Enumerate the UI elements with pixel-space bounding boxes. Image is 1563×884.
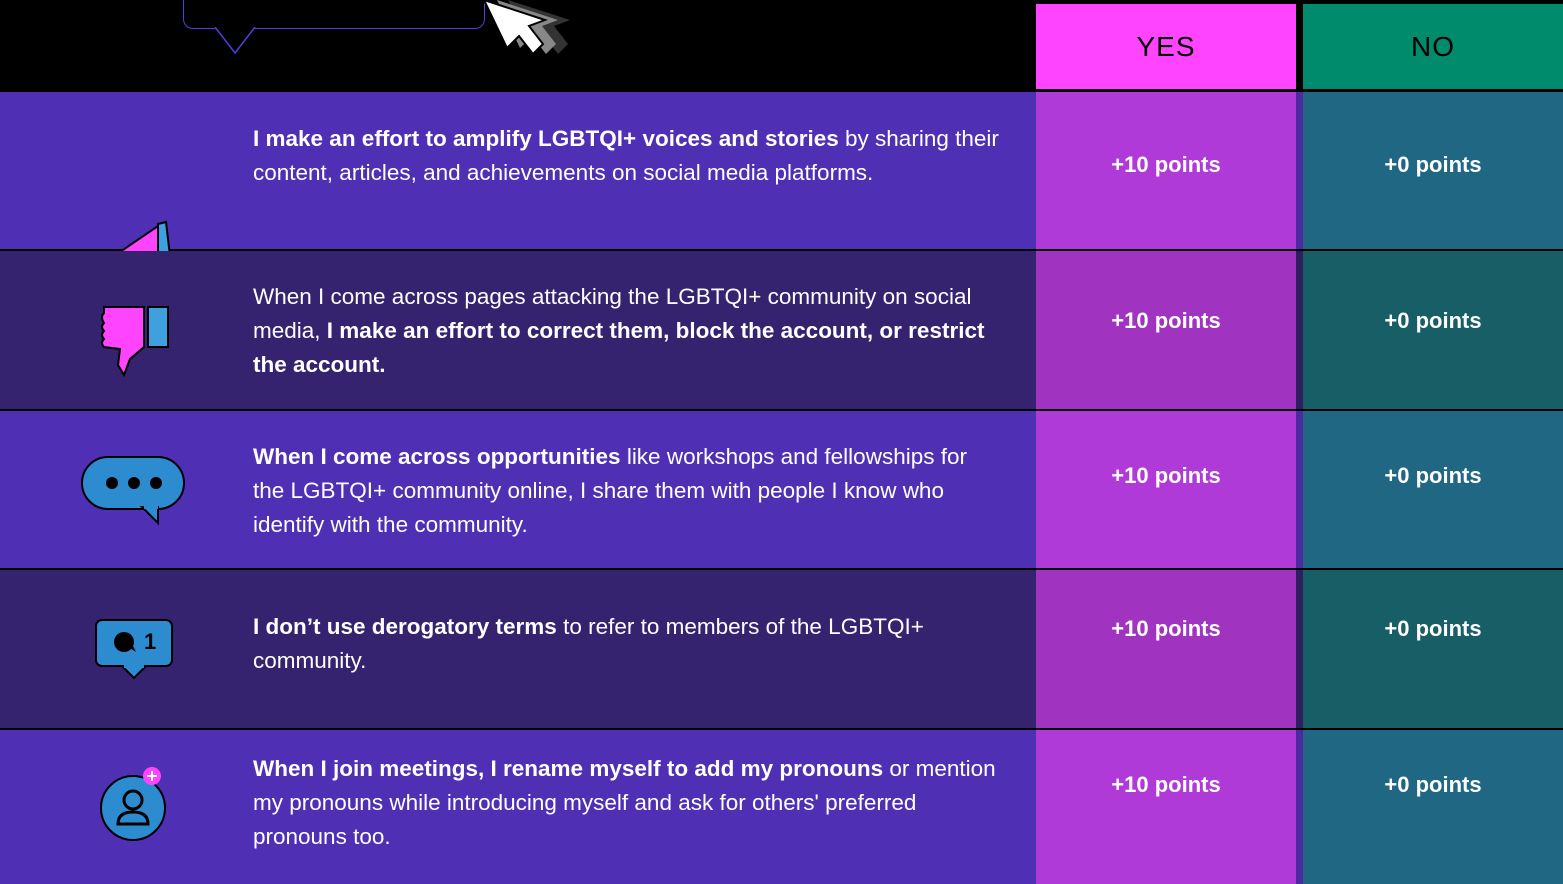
- no-cell: +0 points: [1303, 570, 1563, 728]
- yes-points: +10 points: [1111, 152, 1221, 177]
- yes-cell: +10 points: [1036, 92, 1296, 249]
- statement-cell: I make an effort to amplify LGBTQI+ voic…: [0, 92, 1036, 308]
- no-points: +0 points: [1384, 463, 1482, 488]
- statement-text: When I come across pages attacking the L…: [253, 284, 985, 377]
- header: YES NO: [0, 0, 1563, 92]
- yes-cell: +10 points: [1036, 570, 1296, 728]
- table-row: When I come across opportunities like wo…: [0, 411, 1563, 568]
- table-row: 1 I don’t use derogatory terms to refer …: [0, 570, 1563, 728]
- notification-count: 1: [144, 629, 157, 654]
- statement-cell: 1 I don’t use derogatory terms to refer …: [0, 570, 1036, 728]
- no-cell: +0 points: [1303, 92, 1563, 249]
- yes-points: +10 points: [1111, 463, 1221, 488]
- yes-cell: +10 points: [1036, 730, 1296, 884]
- table-row: I make an effort to amplify LGBTQI+ voic…: [0, 92, 1563, 308]
- table-row: When I join meetings, I rename myself to…: [0, 730, 1563, 884]
- yes-points: +10 points: [1111, 772, 1221, 797]
- cursor-icon: [482, 0, 570, 56]
- thumbs-down-icon: [101, 306, 169, 378]
- comment-notification-icon: 1: [94, 618, 174, 682]
- yes-cell: +10 points: [1036, 251, 1296, 409]
- no-points: +0 points: [1384, 772, 1482, 797]
- statement-text: I make an effort to amplify LGBTQI+ voic…: [253, 126, 999, 185]
- table-row: When I come across pages attacking the L…: [0, 251, 1563, 409]
- no-cell: +0 points: [1303, 730, 1563, 884]
- yes-points: +10 points: [1111, 616, 1221, 641]
- speech-bubble: [183, 0, 485, 29]
- no-cell: +0 points: [1303, 251, 1563, 409]
- no-points: +0 points: [1384, 308, 1482, 333]
- statement-cell: When I come across opportunities like wo…: [0, 411, 1036, 568]
- no-cell: +0 points: [1303, 411, 1563, 568]
- yes-points: +10 points: [1111, 308, 1221, 333]
- yes-cell: +10 points: [1036, 411, 1296, 568]
- statement-text: When I come across opportunities like wo…: [253, 444, 967, 537]
- statement-cell: When I join meetings, I rename myself to…: [0, 730, 1036, 884]
- speech-bubble-tail-icon: [215, 27, 256, 55]
- no-column-header: NO: [1303, 4, 1563, 89]
- statement-text: I don’t use derogatory terms to refer to…: [253, 614, 924, 673]
- statement-text: When I join meetings, I rename myself to…: [253, 756, 996, 849]
- yes-column-header: YES: [1036, 4, 1296, 89]
- no-points: +0 points: [1384, 152, 1482, 177]
- chat-bubble-icon: [81, 456, 185, 526]
- no-points: +0 points: [1384, 616, 1482, 641]
- add-user-icon: [100, 767, 166, 841]
- statement-cell: When I come across pages attacking the L…: [0, 251, 1036, 409]
